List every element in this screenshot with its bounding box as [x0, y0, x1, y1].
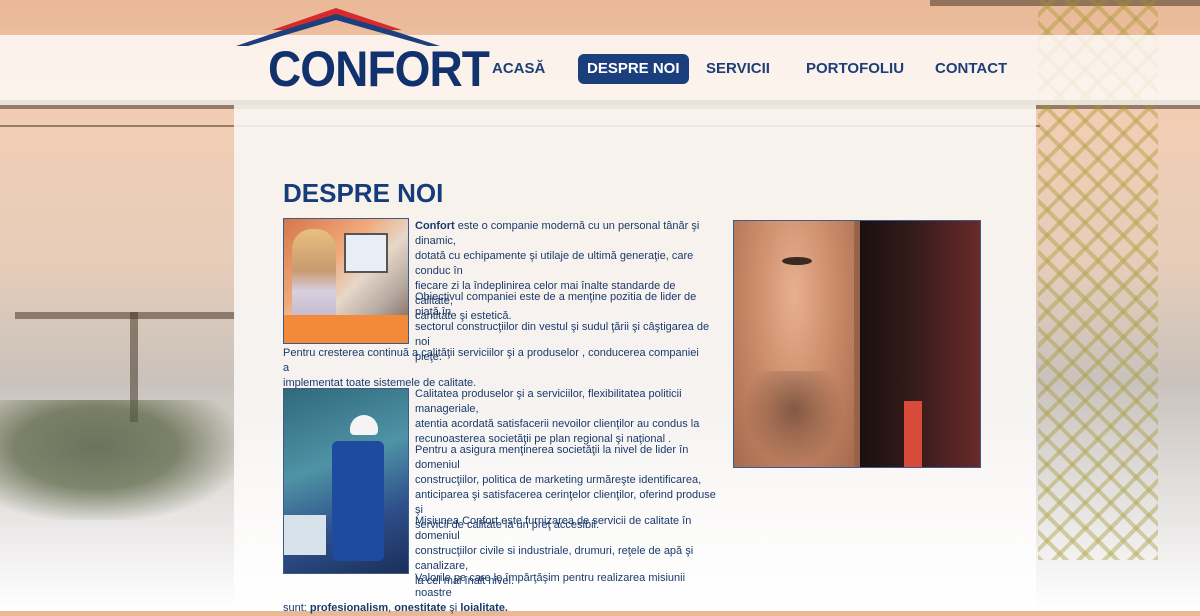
office-photo-desk: [284, 315, 408, 343]
quality-line-1: Pentru cresterea continuă a calităţii se…: [283, 347, 699, 374]
engineer-photo-eye: [782, 257, 812, 265]
nav-despre-noi[interactable]: DESPRE NOI: [578, 54, 689, 84]
main-nav: ACASĂ DESPRE NOI SERVICII PORTOFOLIU CON…: [0, 54, 1200, 84]
paragraph-values: Valorile pe care le împărţăşim pentru re…: [283, 571, 723, 616]
paragraph-quality: Pentru cresterea continuă a calităţii se…: [283, 346, 703, 391]
value-loialitate: loialitate.: [460, 602, 508, 614]
office-photo-monitor: [344, 233, 388, 273]
value-onestitate: onestitate: [394, 602, 447, 614]
page-title: DESPRE NOI: [283, 178, 444, 208]
engineer-photo-red-accent: [904, 401, 922, 467]
marketing-line-1: Pentru a asigura menţinerea societăţii l…: [415, 444, 689, 471]
recognition-line-2: atentia acordată satisfacerii nevoilor c…: [415, 418, 700, 430]
mission-line-1: Misiunea Confort este furnizarea de serv…: [415, 515, 692, 542]
recognition-line-1: Calitatea produselor şi a serviciilor, f…: [415, 388, 682, 415]
nav-servicii[interactable]: SERVICII: [697, 54, 779, 84]
nav-acasa[interactable]: ACASĂ: [483, 54, 554, 84]
background-trees: [0, 400, 240, 520]
intro-line-1: este o companie modernă cu un personal t…: [415, 220, 700, 247]
mission-line-2: construcţiilor civile si industriale, dr…: [415, 545, 694, 572]
value-profesionalism: profesionalism: [309, 602, 389, 614]
worker-photo-helmet: [350, 415, 378, 435]
worker-photo-machine: [284, 515, 326, 555]
marketing-line-2: construcţiilor, politica de marketing ur…: [415, 474, 702, 486]
worker-photo: [283, 388, 409, 574]
background-crane-small-jib: [15, 312, 235, 319]
engineer-photo: [733, 220, 981, 468]
paragraph-recognition: Calitatea produselor şi a serviciilor, f…: [415, 387, 725, 447]
values-sep-2: şi: [446, 602, 461, 614]
office-photo: [283, 218, 409, 344]
worker-photo-body: [332, 441, 384, 561]
values-prefix: sunt:: [283, 602, 310, 614]
intro-line-2: dotată cu echipamente şi utilaje de ulti…: [415, 250, 694, 277]
values-line-2: sunt: profesionalism, onestitate şi loia…: [283, 601, 723, 616]
nav-contact[interactable]: CONTACT: [926, 54, 1016, 84]
values-line-1: Valorile pe care le împărţăşim pentru re…: [415, 572, 686, 599]
engineer-photo-beard: [744, 371, 844, 467]
objective-line-1: Obiectivul companiei este de a menţine p…: [415, 291, 697, 318]
nav-portofoliu[interactable]: PORTOFOLIU: [797, 54, 913, 84]
company-name: Confort: [415, 220, 455, 232]
